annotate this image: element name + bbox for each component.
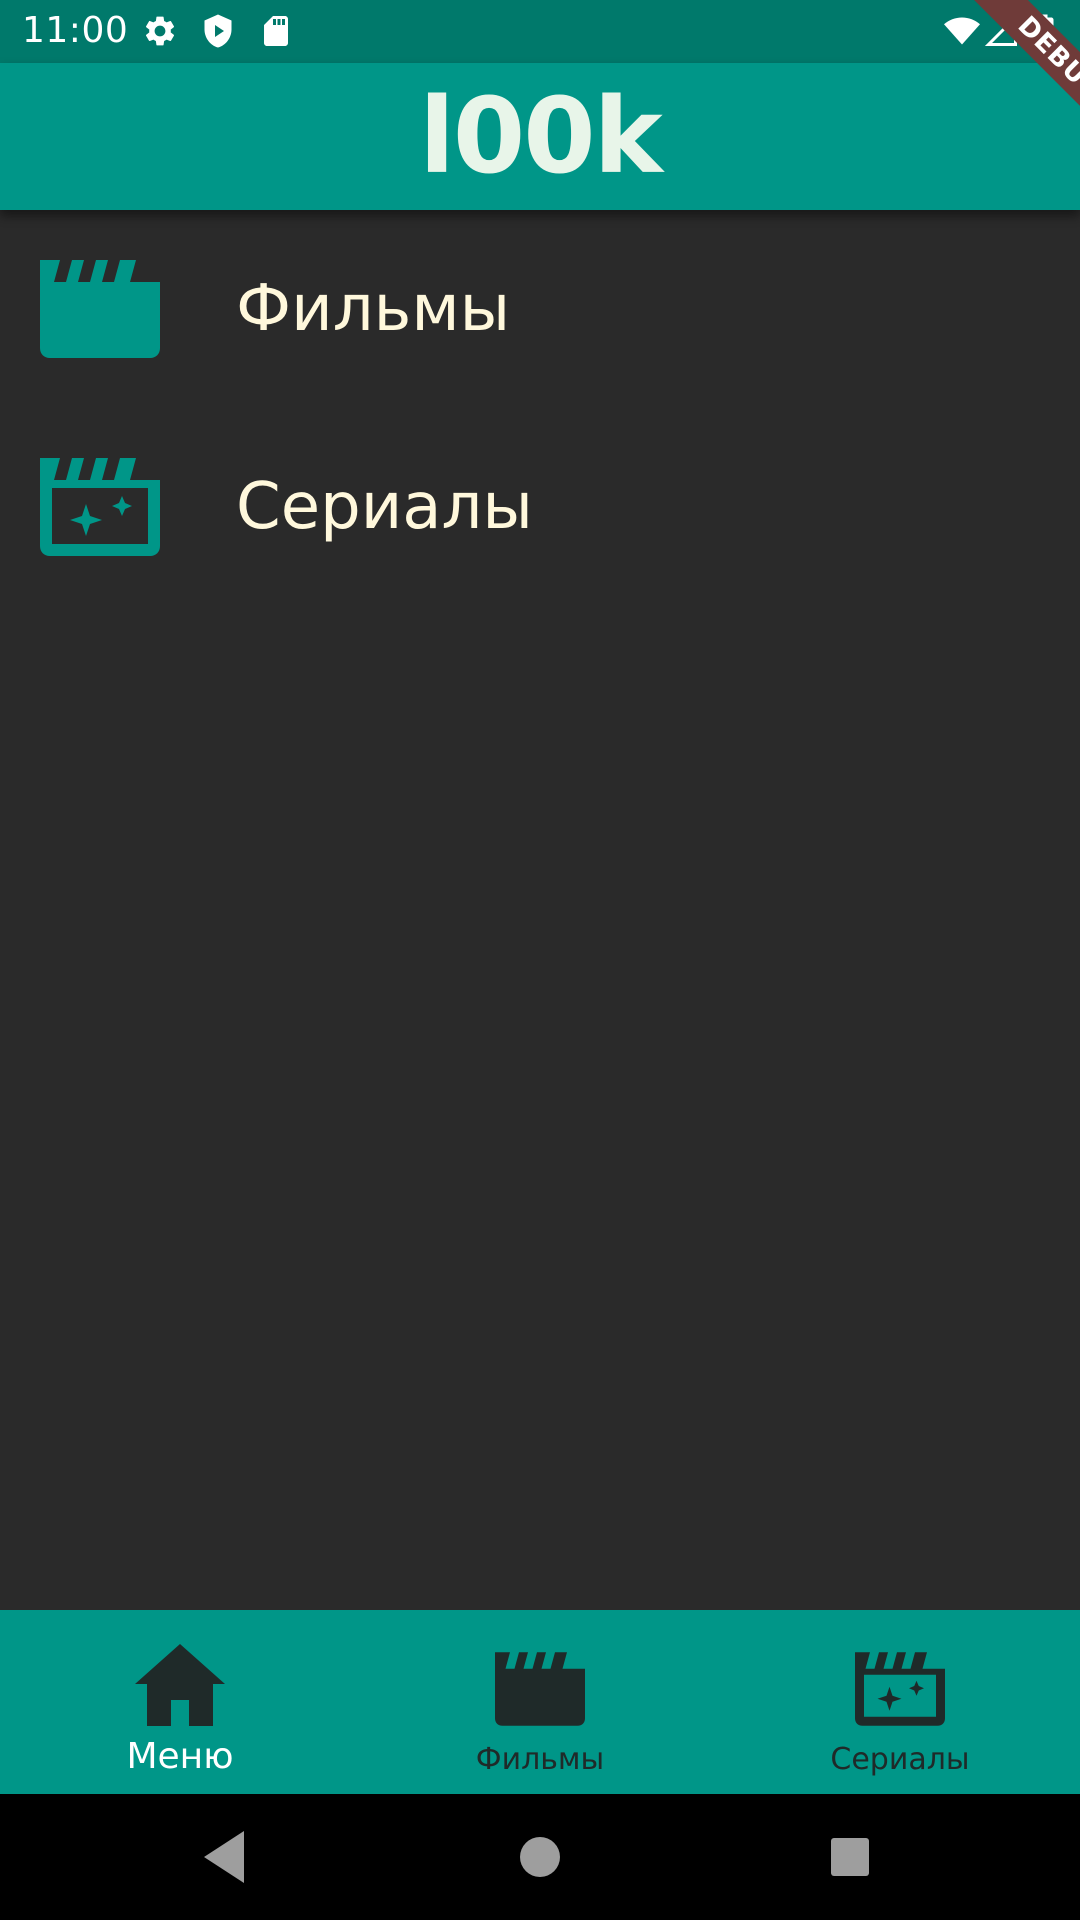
debug-banner: DEBUG [920, 0, 1080, 160]
series-clapper-icon [40, 458, 160, 556]
home-icon [135, 1640, 225, 1730]
nav-item-movies[interactable]: Фильмы [360, 1610, 720, 1794]
menu-item-label: Сериалы [236, 470, 533, 544]
menu-item-movies[interactable]: Фильмы [0, 210, 1080, 408]
nav-item-menu[interactable]: Меню [0, 1610, 360, 1794]
gear-icon [142, 13, 178, 49]
movie-clapper-icon [495, 1644, 585, 1734]
status-bar: 11:00 [0, 0, 1080, 63]
back-icon[interactable] [196, 1827, 256, 1887]
debug-ribbon-label: DEBUG [961, 0, 1080, 158]
play-protect-icon [200, 13, 236, 49]
nav-item-label: Сериалы [830, 1742, 970, 1777]
bottom-navigation: Меню Фильмы Сериалы [0, 1610, 1080, 1794]
series-clapper-icon [855, 1644, 945, 1734]
menu-item-label: Фильмы [236, 272, 511, 346]
sd-card-icon [258, 13, 294, 49]
nav-item-label: Фильмы [475, 1742, 605, 1777]
app-title: l00k [419, 75, 663, 197]
home-circle-icon[interactable] [510, 1827, 570, 1887]
menu-item-series[interactable]: Сериалы [0, 408, 1080, 606]
nav-item-label: Меню [126, 1736, 234, 1777]
system-navigation-bar [0, 1794, 1080, 1920]
status-time: 11:00 [22, 10, 129, 51]
app-bar: l00k [0, 63, 1080, 210]
recents-icon[interactable] [820, 1827, 880, 1887]
nav-item-series[interactable]: Сериалы [720, 1610, 1080, 1794]
movie-clapper-icon [40, 260, 160, 358]
